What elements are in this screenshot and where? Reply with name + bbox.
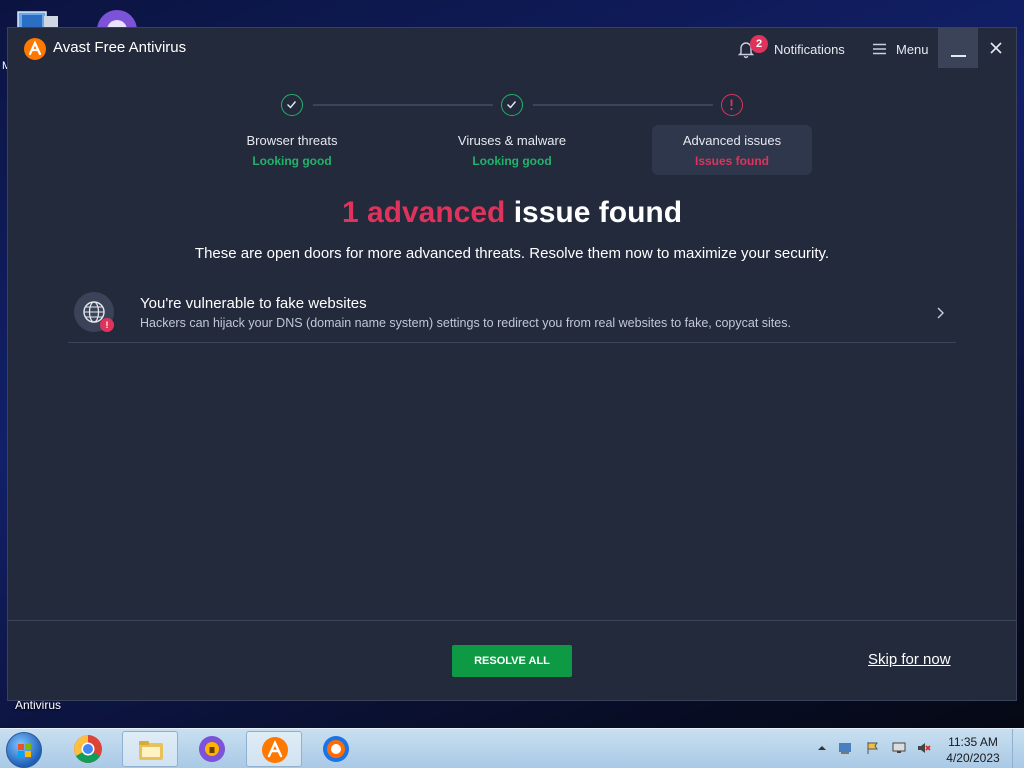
skip-for-now-link[interactable]: Skip for now: [868, 651, 951, 668]
menu-button[interactable]: Menu: [872, 36, 929, 62]
step-connector: [533, 104, 713, 106]
clock-date: 4/20/2023: [946, 751, 1000, 765]
minimize-button[interactable]: [938, 28, 978, 68]
app-title: Avast Free Antivirus: [53, 39, 187, 56]
step-2-status-icon: [501, 94, 523, 116]
network-tray-icon[interactable]: [838, 741, 852, 755]
step-title: Advanced issues: [682, 133, 782, 148]
step-viruses-malware[interactable]: Viruses & malware Looking good: [432, 125, 592, 175]
chrome-icon: [74, 735, 102, 763]
minimize-icon: [951, 55, 966, 57]
footer-divider: [8, 620, 1016, 621]
issue-title: You're vulnerable to fake websites: [140, 295, 367, 312]
avast-secure-browser-icon: [199, 736, 225, 762]
issue-count-text: 1 advanced: [341, 196, 506, 229]
close-icon[interactable]: [986, 38, 1006, 58]
taskbar-avast-antivirus[interactable]: [246, 731, 302, 767]
step-status: Issues found: [694, 154, 769, 168]
hamburger-icon: [873, 43, 886, 55]
notifications-button[interactable]: 2 Notifications: [736, 35, 845, 62]
avast-browser-icon: [323, 736, 349, 762]
show-hidden-icons-icon[interactable]: [815, 741, 829, 755]
step-title: Viruses & malware: [457, 133, 567, 148]
volume-muted-icon[interactable]: [917, 741, 931, 755]
display-tray-icon[interactable]: [892, 741, 906, 755]
avast-antivirus-icon: [262, 737, 288, 763]
page-title: 1 advanced issue found: [8, 196, 1016, 230]
notification-count-badge: 2: [750, 35, 768, 53]
issue-description: Hackers can hijack your DNS (domain name…: [140, 316, 791, 330]
taskbar: 11:35 AM 4/20/2023: [0, 728, 1024, 768]
warning-badge-icon: !: [100, 318, 114, 332]
action-center-flag-icon[interactable]: [866, 741, 880, 755]
resolve-all-button[interactable]: RESOLVE ALL: [452, 645, 572, 677]
avast-logo-icon: [24, 38, 46, 60]
step-1-status-icon: [281, 94, 303, 116]
windows-logo-icon: [18, 744, 31, 757]
taskbar-avast-secure-browser[interactable]: [184, 731, 240, 767]
title-bar: Avast Free Antivirus 2 Notifications Men…: [8, 28, 1016, 68]
step-advanced-issues[interactable]: Advanced issues Issues found: [652, 125, 812, 175]
show-desktop-button[interactable]: [1012, 729, 1024, 768]
checkmark-icon: [287, 101, 297, 109]
system-clock[interactable]: 11:35 AM 4/20/2023: [940, 734, 1006, 766]
issue-row-fake-websites[interactable]: ! You're vulnerable to fake websites Hac…: [68, 288, 956, 343]
step-connector: [313, 104, 493, 106]
menu-label: Menu: [896, 41, 929, 57]
checkmark-icon: [507, 101, 517, 109]
step-browser-threats[interactable]: Browser threats Looking good: [212, 125, 372, 175]
taskbar-file-explorer[interactable]: [122, 731, 178, 767]
taskbar-chrome[interactable]: [60, 731, 116, 767]
chevron-right-icon: [937, 307, 944, 319]
file-explorer-icon: [139, 741, 163, 760]
page-subtitle: These are open doors for more advanced t…: [194, 245, 830, 262]
step-status: Looking good: [472, 154, 552, 168]
issue-found-text: issue found: [513, 196, 683, 229]
avast-window: Avast Free Antivirus 2 Notifications Men…: [7, 27, 1017, 701]
start-button[interactable]: [6, 732, 42, 768]
step-title: Browser threats: [246, 133, 338, 148]
exclamation-icon: [730, 99, 733, 111]
clock-time: 11:35 AM: [948, 735, 998, 749]
step-3-status-icon: [721, 94, 743, 116]
taskbar-avast-browser[interactable]: [308, 731, 364, 767]
notifications-label: Notifications: [774, 41, 845, 57]
step-status: Looking good: [252, 154, 332, 168]
